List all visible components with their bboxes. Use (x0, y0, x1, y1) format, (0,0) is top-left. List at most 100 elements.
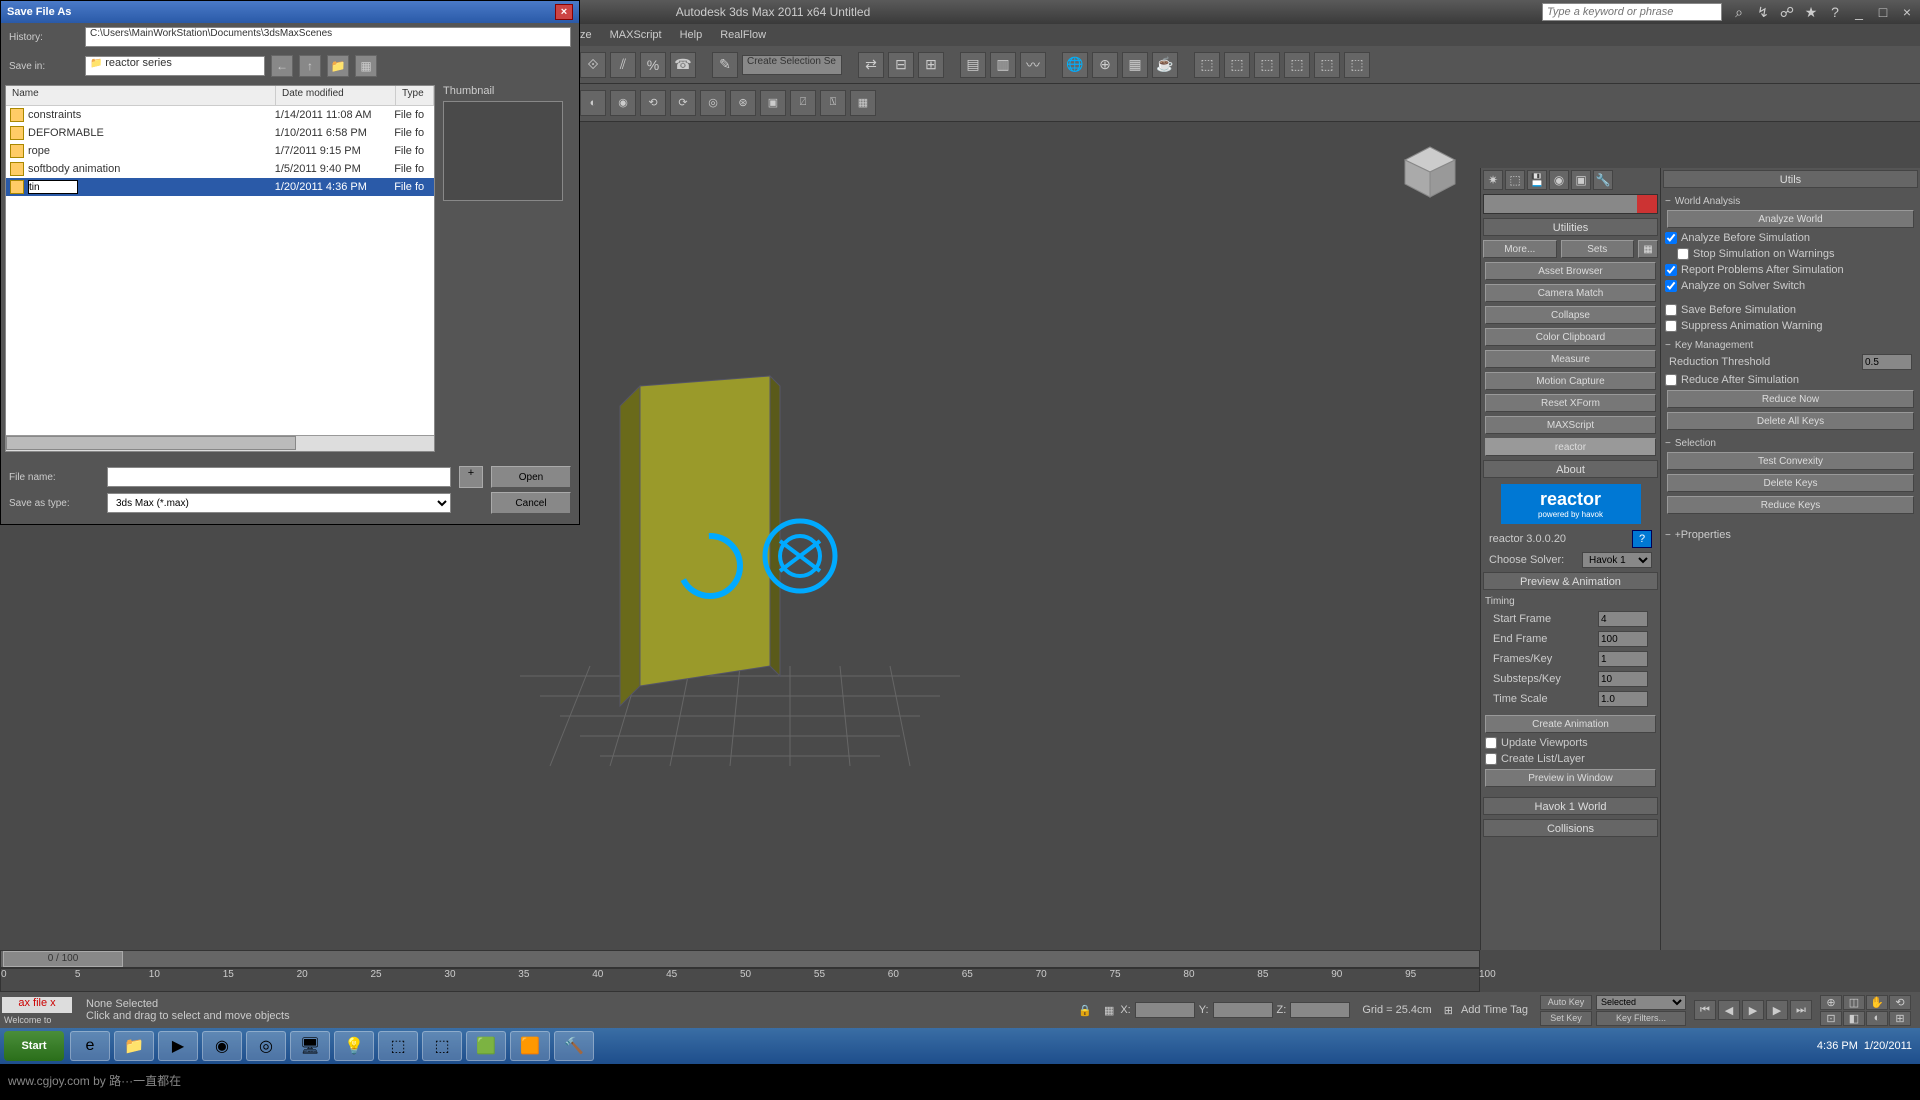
open-button[interactable]: Open (491, 466, 571, 488)
file-row[interactable]: softbody animation1/5/2011 9:40 PMFile f… (6, 160, 434, 178)
t2-3-icon[interactable]: ⟲ (640, 90, 666, 116)
t2-5-icon[interactable]: ◎ (700, 90, 726, 116)
create-animation-button[interactable]: Create Animation (1485, 715, 1655, 733)
frames-key-input[interactable] (1598, 651, 1648, 667)
solver-switch-check[interactable] (1665, 280, 1677, 292)
suppress-warn-check[interactable] (1665, 320, 1677, 332)
material-icon[interactable]: ⊕ (1092, 52, 1118, 78)
time-slider[interactable]: 0 / 100 (0, 950, 1480, 968)
nav-5-icon[interactable]: ⊡ (1820, 1011, 1842, 1026)
utilities-rollout-title[interactable]: Utilities (1483, 218, 1658, 236)
history-combo[interactable]: C:\Users\MainWorkStation\Documents\3dsMa… (85, 27, 571, 47)
up-icon[interactable]: ↑ (299, 55, 321, 77)
nav-2-icon[interactable]: ◫ (1843, 995, 1865, 1010)
hierarchy-tab-icon[interactable]: 💾 (1527, 170, 1547, 190)
rename-input[interactable] (28, 180, 78, 194)
menu-item[interactable]: Help (680, 29, 703, 41)
key-mode-select[interactable]: Selected (1596, 995, 1686, 1010)
substeps-key-input[interactable] (1598, 671, 1648, 687)
file-row[interactable]: 1/20/2011 4:36 PMFile fo (6, 178, 434, 196)
phone-icon[interactable]: ☎ (670, 52, 696, 78)
preview-rollout-title[interactable]: Preview & Animation (1483, 572, 1658, 590)
max-icon[interactable]: □ (1874, 3, 1892, 21)
util-color-clipboard[interactable]: Color Clipboard (1485, 328, 1655, 346)
r6-icon[interactable]: ⬚ (1344, 52, 1370, 78)
file-list[interactable]: Name Date modified Type constraints1/14/… (5, 85, 435, 452)
display-tab-icon[interactable]: ▣ (1571, 170, 1591, 190)
nav-7-icon[interactable]: ◐ (1866, 1011, 1888, 1026)
menu-item[interactable]: RealFlow (720, 29, 766, 41)
viewmenu-icon[interactable]: ▦ (355, 55, 377, 77)
key-filters-button[interactable]: Key Filters... (1596, 1011, 1686, 1026)
r1-icon[interactable]: ⬚ (1194, 52, 1220, 78)
savein-combo[interactable]: 📁 reactor series (85, 56, 265, 76)
layer-icon[interactable]: ▤ (960, 52, 986, 78)
collisions-rollout-title[interactable]: Collisions (1483, 819, 1658, 837)
r5-icon[interactable]: ⬚ (1314, 52, 1340, 78)
brush-icon[interactable]: ✎ (712, 52, 738, 78)
newfolder-icon[interactable]: 📁 (327, 55, 349, 77)
task-app7-icon[interactable]: 🟩 (466, 1031, 506, 1061)
util-maxscript[interactable]: MAXScript (1485, 416, 1655, 434)
help-icon[interactable]: ? (1826, 3, 1844, 21)
util-asset-browser[interactable]: Asset Browser (1485, 262, 1655, 280)
t2-8-icon[interactable]: ⍁ (790, 90, 816, 116)
comm-icon[interactable]: ☍ (1778, 3, 1796, 21)
create-tab-icon[interactable]: ✷ (1483, 170, 1503, 190)
util-reactor[interactable]: reactor (1485, 438, 1655, 456)
task-app6-icon[interactable]: ⬚ (422, 1031, 462, 1061)
y-input[interactable] (1213, 1002, 1273, 1018)
curve-icon[interactable]: 〰 (1020, 52, 1046, 78)
file-row[interactable]: rope1/7/2011 9:15 PMFile fo (6, 142, 434, 160)
t2-9-icon[interactable]: ⍂ (820, 90, 846, 116)
goto-start-icon[interactable]: ⏮ (1694, 1000, 1716, 1020)
r3-icon[interactable]: ⬚ (1254, 52, 1280, 78)
filename-input[interactable] (107, 467, 451, 487)
time-ruler[interactable]: 0510152025303540455055606570758085909510… (0, 968, 1480, 992)
analyze-world-button[interactable]: Analyze World (1667, 210, 1913, 228)
add-time-tag[interactable]: Add Time Tag (1461, 1004, 1528, 1016)
back-icon[interactable]: ← (271, 55, 293, 77)
task-app8-icon[interactable]: 🟧 (510, 1031, 550, 1061)
cancel-button[interactable]: Cancel (491, 492, 571, 514)
next-frame-icon[interactable]: ▶ (1766, 1000, 1788, 1020)
menu-item[interactable]: MAXScript (610, 29, 662, 41)
end-frame-input[interactable] (1598, 631, 1648, 647)
preview-window-button[interactable]: Preview in Window (1485, 769, 1655, 787)
reduce-now-button[interactable]: Reduce Now (1667, 390, 1913, 408)
nav-4-icon[interactable]: ⟲ (1889, 995, 1911, 1010)
dialog-titlebar[interactable]: Save File As × (1, 1, 579, 23)
reduce-keys-button[interactable]: Reduce Keys (1667, 496, 1913, 514)
mirror-icon[interactable]: ⇄ (858, 52, 884, 78)
test-convexity-button[interactable]: Test Convexity (1667, 452, 1913, 470)
task-app1-icon[interactable]: ◉ (202, 1031, 242, 1061)
binoculars-icon[interactable]: ⌕ (1730, 3, 1748, 21)
delete-all-keys-button[interactable]: Delete All Keys (1667, 412, 1913, 430)
update-viewports-check[interactable] (1485, 737, 1497, 749)
task-app9-icon[interactable]: 🔨 (554, 1031, 594, 1061)
t2-1-icon[interactable]: ◐ (580, 90, 606, 116)
util-measure[interactable]: Measure (1485, 350, 1655, 368)
reduction-threshold-input[interactable] (1862, 354, 1912, 370)
play-icon[interactable]: ▶ (1742, 1000, 1764, 1020)
start-button[interactable]: Start (4, 1031, 64, 1061)
task-explorer-icon[interactable]: 📁 (114, 1031, 154, 1061)
percent-icon[interactable]: % (640, 52, 666, 78)
close-icon[interactable]: × (1898, 3, 1916, 21)
time-slider-thumb[interactable]: 0 / 100 (3, 951, 123, 967)
selection-set-combo[interactable]: Create Selection Se (742, 55, 842, 75)
reactor-help-button[interactable]: ? (1632, 530, 1652, 548)
layer2-icon[interactable]: ▥ (990, 52, 1016, 78)
solver-select[interactable]: Havok 1 (1582, 552, 1652, 568)
config-button[interactable]: ▦ (1638, 240, 1658, 258)
nav-6-icon[interactable]: ◧ (1843, 1011, 1865, 1026)
start-frame-input[interactable] (1598, 611, 1648, 627)
t2-7-icon[interactable]: ▣ (760, 90, 786, 116)
col-type[interactable]: Type (396, 86, 434, 105)
task-app5-icon[interactable]: ⬚ (378, 1031, 418, 1061)
t2-4-icon[interactable]: ⟳ (670, 90, 696, 116)
reduce-after-check[interactable] (1665, 374, 1677, 386)
time-tag-icon[interactable]: ⊞ (1444, 1004, 1453, 1017)
task-ie-icon[interactable]: e (70, 1031, 110, 1061)
min-icon[interactable]: _ (1850, 3, 1868, 21)
